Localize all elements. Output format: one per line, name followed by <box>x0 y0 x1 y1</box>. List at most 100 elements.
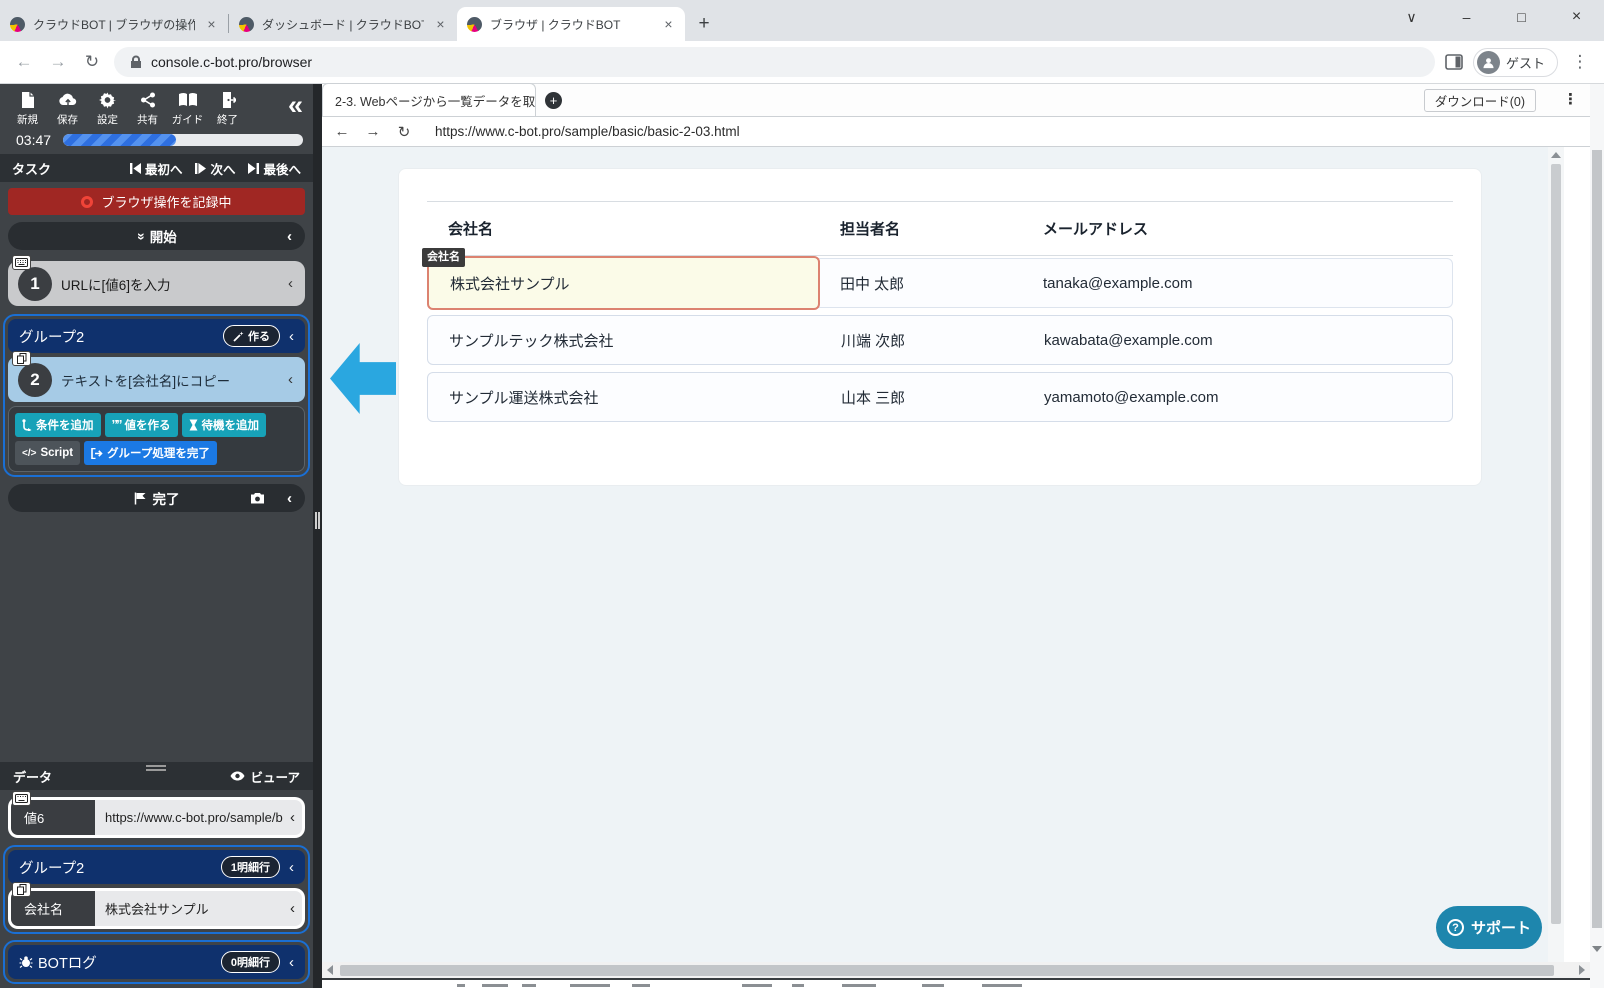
step-number: 2 <box>18 362 52 397</box>
new-tab-button[interactable]: + <box>691 11 717 37</box>
add-wait-button[interactable]: 待機を追加 <box>181 413 266 437</box>
console-vertical-scrollbar[interactable] <box>1590 84 1604 988</box>
collapse-chevron-icon[interactable]: ‹ <box>287 491 292 506</box>
capture-tooltip: 会社名 <box>422 248 465 267</box>
company-field-card[interactable]: 会社名 株式会社サンプル ‹ <box>8 882 305 929</box>
skip-last-icon <box>248 162 260 174</box>
scrollbar-thumb[interactable] <box>1551 164 1561 924</box>
remote-url-text[interactable]: https://www.c-bot.pro/sample/basic/basic… <box>435 124 740 139</box>
table-row[interactable]: 会社名 株式会社サンプル 田中 太郎 tanaka@example.com <box>422 248 1453 310</box>
collapse-chevron-icon[interactable]: ‹ <box>288 372 293 387</box>
table-cell[interactable]: tanaka@example.com <box>1043 275 1452 292</box>
collapse-chevron-icon[interactable]: ‹ <box>289 955 294 970</box>
menu-dots-icon[interactable]: ⋮ <box>1568 52 1592 72</box>
menu-share-button[interactable]: 共有 <box>128 91 167 127</box>
timer-value: 03:47 <box>16 132 52 148</box>
collapse-chevron-icon[interactable]: ‹ <box>289 329 294 344</box>
scroll-up-icon[interactable] <box>1551 152 1561 158</box>
botlog-header[interactable]: BOTログ 0明細行 ‹ <box>8 945 305 979</box>
address-bar[interactable]: console.c-bot.pro/browser <box>114 47 1435 77</box>
browser-tab-browser-active[interactable]: ブラウザ | クラウドBOT × <box>457 7 685 41</box>
sidebar-menu: 新規 保存 設定 共有 ガイド 終了 « <box>0 84 313 129</box>
go-next-button[interactable]: 次へ <box>195 159 235 178</box>
maximize-icon[interactable]: □ <box>1508 9 1536 25</box>
table-cell[interactable]: サンプル運送株式会社 <box>428 387 841 408</box>
remote-new-tab-button[interactable]: + <box>545 92 562 109</box>
scroll-right-icon[interactable] <box>1579 965 1585 975</box>
scrollbar-thumb[interactable] <box>340 964 1554 976</box>
remote-vertical-scrollbar[interactable] <box>1548 147 1564 962</box>
camera-icon[interactable] <box>250 492 265 504</box>
finish-group-button[interactable]: グループ処理を完了 <box>84 441 217 465</box>
make-button[interactable]: 作る <box>223 325 280 347</box>
side-panel-icon[interactable] <box>1445 54 1463 70</box>
field-value[interactable]: https://www.c-bot.pro/sample/b ‹ <box>95 800 302 835</box>
start-bar[interactable]: « 開始 ‹ <box>8 222 305 250</box>
download-button[interactable]: ダウンロード(0) <box>1423 89 1536 112</box>
group-2-header[interactable]: グループ2 作る ‹ <box>8 319 305 353</box>
menu-exit-button[interactable]: 終了 <box>208 91 247 127</box>
value6-field-card[interactable]: 値6 https://www.c-bot.pro/sample/b ‹ <box>8 791 305 838</box>
script-button[interactable]: </> Script <box>15 441 81 465</box>
resize-handle-icon[interactable] <box>315 512 320 529</box>
menu-save-button[interactable]: 保存 <box>48 91 87 127</box>
viewer-button[interactable]: ビューア <box>230 767 300 786</box>
panel-divider[interactable] <box>313 84 322 988</box>
table-row[interactable]: サンプル運送株式会社 山本 三郎 yamamoto@example.com <box>427 372 1453 422</box>
remote-back-icon[interactable]: ← <box>334 123 350 140</box>
tab-close-icon[interactable]: × <box>203 16 220 33</box>
eye-icon <box>230 771 245 781</box>
timer-row: 03:47 <box>0 129 313 154</box>
collapse-chevron-icon[interactable]: ‹ <box>287 229 292 244</box>
tab-search-icon[interactable]: ∨ <box>1398 9 1426 26</box>
menu-guide-button[interactable]: ガイド <box>168 91 207 127</box>
menu-new-button[interactable]: 新規 <box>8 91 47 127</box>
browser-tab-cloudbot[interactable]: クラウドBOT | ブラウザの操作を自動 × <box>0 7 228 41</box>
data-group-2-header[interactable]: グループ2 1明細行 ‹ <box>8 850 305 884</box>
sidebar-collapse-icon[interactable]: « <box>288 92 303 119</box>
step-2-card[interactable]: 2 テキストを[会社名]にコピー ‹ <box>8 351 305 402</box>
forward-icon[interactable]: → <box>46 52 70 72</box>
close-icon[interactable]: × <box>1563 8 1591 26</box>
add-condition-button[interactable]: 条件を追加 <box>15 413 101 437</box>
collapse-chevron-icon[interactable]: ‹ <box>288 276 293 291</box>
done-bar[interactable]: 完了 ‹ <box>8 484 305 512</box>
table-header-row: 会社名 担当者名 メールアドレス <box>427 201 1453 256</box>
drag-handle-icon[interactable] <box>146 765 166 771</box>
table-cell[interactable]: 田中 太郎 <box>840 273 1043 294</box>
reload-icon[interactable]: ↻ <box>80 52 104 72</box>
remote-menu-dots-icon[interactable]: ⋮ <box>1563 90 1578 108</box>
table-row[interactable]: サンプルテック株式会社 川端 次郎 kawabata@example.com <box>427 315 1453 365</box>
scrollbar-thumb[interactable] <box>1592 150 1602 928</box>
browser-tab-dashboard[interactable]: ダッシュボード | クラウドBOT × <box>229 7 457 41</box>
back-icon[interactable]: ← <box>12 52 36 72</box>
remote-horizontal-scrollbar[interactable] <box>322 962 1590 978</box>
remote-tab[interactable]: 2-3. Webページから一覧データを取 <box>322 83 536 116</box>
field-value[interactable]: 株式会社サンプル ‹ <box>95 891 302 926</box>
scroll-left-icon[interactable] <box>327 965 333 975</box>
collapse-chevron-icon[interactable]: ‹ <box>288 901 295 916</box>
go-last-button[interactable]: 最後へ <box>248 159 301 178</box>
collapse-chevron-icon[interactable]: ‹ <box>289 860 294 875</box>
menu-settings-button[interactable]: 設定 <box>88 91 127 127</box>
table-cell[interactable]: 山本 三郎 <box>841 387 1044 408</box>
tab-close-icon[interactable]: × <box>660 16 677 33</box>
highlighted-cell[interactable]: 会社名 株式会社サンプル <box>422 248 820 310</box>
minimize-icon[interactable]: – <box>1453 9 1481 25</box>
support-button[interactable]: ? サポート <box>1436 906 1542 949</box>
table-cell[interactable]: yamamoto@example.com <box>1044 389 1452 406</box>
table-cell[interactable]: サンプルテック株式会社 <box>428 330 841 351</box>
remote-reload-icon[interactable]: ↻ <box>396 123 412 141</box>
make-value-button[interactable]: ”” 値を作る <box>104 413 178 437</box>
tab-close-icon[interactable]: × <box>432 16 449 33</box>
scroll-down-icon[interactable] <box>1592 946 1602 952</box>
step-1-card[interactable]: 1 URLに[値6]を入力 ‹ <box>8 255 305 306</box>
table-cell[interactable]: 川端 次郎 <box>841 330 1044 351</box>
profile-button[interactable]: ゲスト <box>1472 47 1558 77</box>
collapse-chevron-icon[interactable]: ‹ <box>288 810 295 825</box>
table-cell[interactable]: kawabata@example.com <box>1044 332 1452 349</box>
remote-forward-icon[interactable]: → <box>365 123 381 140</box>
url-text: console.c-bot.pro/browser <box>151 54 313 70</box>
go-first-button[interactable]: 最初へ <box>129 159 182 178</box>
recording-status-button[interactable]: ブラウザ操作を記録中 <box>8 188 305 215</box>
